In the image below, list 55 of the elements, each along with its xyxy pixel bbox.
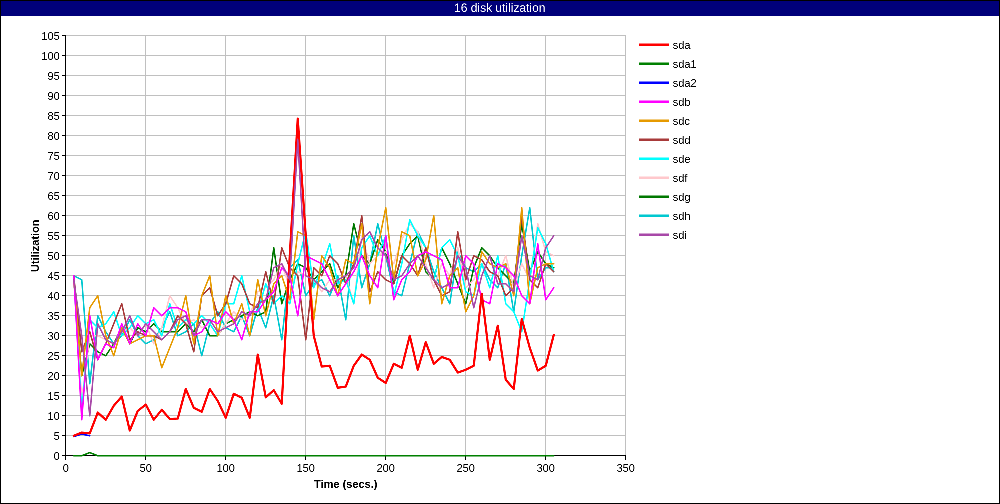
legend-swatch: [639, 100, 669, 104]
y-tick-label: 15: [48, 391, 60, 403]
x-axis-title: Time (secs.): [314, 479, 378, 491]
y-tick-label: 55: [48, 231, 60, 243]
x-tick-label: 250: [456, 463, 476, 475]
legend-label: sda: [673, 40, 691, 52]
legend-swatch: [639, 62, 669, 66]
legend-label: sdf: [673, 173, 688, 185]
y-axis-title: Utilization: [30, 220, 42, 272]
x-tick-label: 300: [536, 463, 556, 475]
legend-label: sda2: [673, 78, 697, 90]
y-tick-label: 90: [48, 91, 60, 103]
y-tick-label: 85: [48, 111, 60, 123]
y-tick-label: 75: [48, 151, 60, 163]
legend-label: sdd: [673, 135, 691, 147]
legend-label: sdh: [673, 211, 691, 223]
legend-swatch: [639, 120, 669, 122]
legend-label: sdb: [673, 97, 691, 109]
y-tick-label: 20: [48, 371, 60, 383]
x-tick-label: 350: [616, 463, 636, 475]
legend-label: sdc: [673, 116, 690, 128]
legend-label: sda1: [673, 59, 697, 71]
legend-label: sdi: [673, 230, 688, 242]
legend-swatch: [639, 176, 669, 180]
y-tick-label: 70: [48, 171, 60, 183]
x-tick-label: 200: [376, 463, 396, 475]
x-tick-label: 100: [216, 463, 236, 475]
y-tick-label: 5: [54, 431, 60, 443]
legend-swatch: [639, 214, 669, 218]
y-tick-label: 105: [42, 31, 60, 43]
legend-label: sde: [673, 154, 691, 166]
legend-swatch: [639, 138, 669, 142]
y-tick-label: 35: [48, 311, 60, 323]
y-tick-label: 0: [54, 451, 60, 463]
legend-label: sdg: [673, 192, 691, 204]
legend-swatch: [639, 158, 669, 160]
legend-swatch: [639, 44, 669, 46]
y-tick-label: 80: [48, 131, 60, 143]
y-tick-label: 95: [48, 71, 60, 83]
x-tick-label: 50: [140, 463, 152, 475]
x-tick-label: 0: [62, 463, 70, 475]
legend-swatch: [639, 196, 669, 198]
y-tick-label: 100: [42, 51, 60, 63]
y-tick-label: 65: [48, 191, 60, 203]
legend-swatch: [639, 82, 669, 84]
y-tick-label: 25: [48, 351, 60, 363]
window-title: 16 disk utilization: [1, 1, 999, 16]
y-tick-label: 50: [48, 251, 60, 263]
legend-swatch: [639, 234, 669, 236]
y-tick-label: 30: [48, 331, 60, 343]
y-tick-label: 40: [48, 291, 60, 303]
y-tick-label: 10: [48, 411, 60, 423]
y-tick-label: 45: [48, 271, 60, 283]
x-tick-label: 150: [296, 463, 316, 475]
y-tick-label: 60: [48, 211, 60, 223]
